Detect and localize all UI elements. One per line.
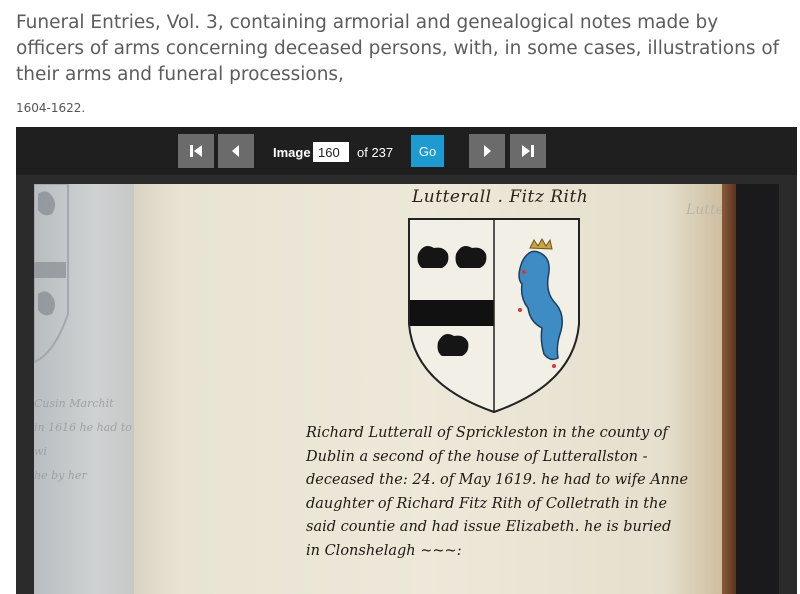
previous-page-icon — [232, 145, 239, 157]
ghost-line: in 1616 he had to wi — [34, 421, 132, 458]
inscription-line: Richard Lutterall of Sprickleston in the… — [306, 425, 668, 441]
inscription-line: said countie and had issue Elizabeth. he… — [306, 519, 672, 535]
inscription-line: in Clonshelagh ~~~: — [306, 542, 462, 559]
record-date: 1604-1622. — [16, 101, 86, 115]
last-page-icon — [522, 145, 534, 157]
inscription-line: daughter of Richard Fitz Rith of Colletr… — [306, 495, 668, 512]
inscription-line: Dublin a second of the house of Lutteral… — [306, 448, 648, 465]
image-number-input[interactable] — [313, 142, 349, 162]
inscription-line: deceased the: 24. of May 1619. he had to… — [306, 472, 689, 488]
book-cover — [736, 184, 779, 594]
right-page: Lutterall . Fitz Rith Lutterell Richard … — [134, 184, 748, 594]
left-page: Cusin Marchit in 1616 he had to wi he by… — [34, 184, 136, 594]
coat-of-arms — [408, 218, 580, 414]
viewer-toolbar: Image of 237 Go — [16, 127, 797, 175]
bleed-through-shield — [34, 184, 69, 364]
image-viewer: Image of 237 Go Cusin Marchit — [16, 127, 797, 594]
last-page-button[interactable] — [510, 134, 546, 168]
arms-heading: Lutterall . Fitz Rith — [412, 187, 589, 207]
image-label: Image — [273, 145, 311, 160]
page-edge — [722, 184, 736, 594]
previous-page-button[interactable] — [218, 134, 254, 168]
next-page-icon — [484, 145, 491, 157]
go-button[interactable]: Go — [411, 135, 444, 167]
image-total-label: of 237 — [357, 145, 394, 160]
first-page-button[interactable] — [178, 134, 214, 168]
record-title: Funeral Entries, Vol. 3, containing armo… — [16, 12, 780, 85]
first-page-icon — [190, 145, 202, 157]
next-page-button[interactable] — [469, 134, 505, 168]
ghost-line: he by her — [34, 469, 87, 482]
manuscript-scan: Cusin Marchit in 1616 he had to wi he by… — [34, 184, 779, 594]
inscription: Richard Lutterall of Sprickleston in the… — [306, 422, 726, 563]
ghost-line: Cusin Marchit — [34, 397, 114, 410]
